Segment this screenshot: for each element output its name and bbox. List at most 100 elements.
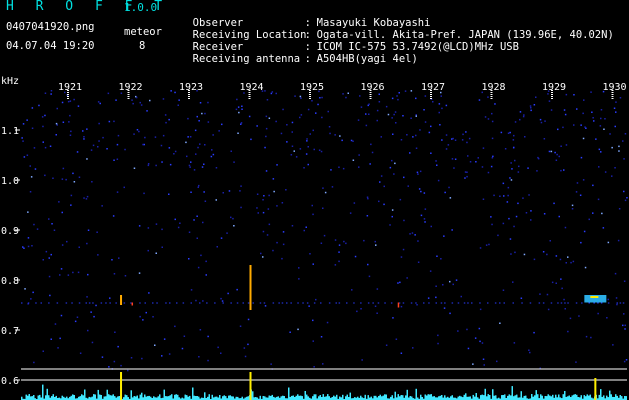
noise-dot	[139, 101, 141, 104]
noise-dot	[27, 237, 30, 239]
noise-dot	[391, 159, 393, 162]
noise-dot	[77, 271, 80, 274]
noise-dot	[334, 134, 336, 136]
noise-dot	[113, 360, 116, 363]
carrier-dot	[320, 302, 322, 304]
noise-dot	[410, 117, 412, 119]
noise-dot	[625, 359, 628, 361]
noise-dot	[226, 232, 228, 234]
noise-dot	[198, 356, 200, 358]
level-bar	[39, 394, 41, 400]
noise-dot	[563, 169, 565, 171]
noise-dot	[271, 91, 274, 93]
level-bar	[562, 394, 564, 400]
x-tick-label: 1930	[603, 82, 627, 93]
noise-dot	[564, 113, 567, 116]
x-tick-mark	[188, 92, 190, 93]
noise-dot	[491, 112, 493, 115]
noise-dot	[91, 181, 93, 183]
noise-dot	[116, 191, 119, 193]
x-tick-mark	[551, 96, 553, 97]
level-bar	[157, 396, 159, 400]
x-tick-label: 1924	[240, 82, 264, 93]
level-bar	[204, 392, 206, 400]
level-bar	[277, 396, 279, 400]
level-bar	[544, 396, 546, 400]
carrier-dot	[21, 302, 23, 304]
level-bar	[37, 395, 39, 400]
y-tick-label: 0.9	[1, 226, 19, 237]
noise-dot	[280, 132, 283, 135]
noise-dot	[230, 150, 232, 152]
level-bar	[195, 396, 197, 400]
noise-dot	[415, 147, 418, 149]
level-bar	[576, 394, 578, 400]
level-bar	[189, 395, 191, 400]
noise-dot	[617, 239, 620, 242]
level-bar	[322, 394, 324, 400]
noise-dot	[248, 115, 251, 118]
noise-dot	[62, 167, 65, 170]
level-bar	[625, 396, 627, 400]
level-bar	[94, 394, 96, 400]
noise-dot	[543, 138, 546, 140]
noise-dot	[315, 298, 317, 301]
noise-dot	[393, 173, 395, 175]
carrier-dot	[286, 302, 288, 304]
noise-dot	[393, 113, 395, 116]
level-bar	[460, 396, 462, 400]
noise-dot	[133, 133, 135, 135]
noise-dot	[367, 197, 369, 200]
level-bar	[342, 394, 344, 400]
noise-dot	[451, 138, 453, 140]
level-bar	[118, 396, 120, 400]
level-bar	[112, 394, 114, 400]
noise-dot	[187, 117, 189, 120]
noise-dot	[272, 178, 275, 180]
level-bar	[159, 394, 161, 400]
level-bar	[555, 394, 557, 400]
noise-dot	[56, 107, 58, 110]
noise-dot	[130, 357, 133, 359]
noise-dot	[30, 298, 32, 300]
noise-dot	[194, 129, 197, 132]
x-tick-mark	[490, 96, 493, 97]
carrier-dot	[88, 302, 91, 304]
level-bar	[100, 395, 102, 400]
noise-dot	[281, 257, 283, 260]
level-bar	[510, 395, 512, 400]
x-tick-mark	[430, 90, 432, 91]
carrier-dot	[109, 302, 111, 304]
noise-dot	[297, 328, 299, 331]
noise-dot	[307, 163, 309, 166]
level-bar	[312, 396, 314, 400]
noise-dot	[196, 215, 198, 217]
carrier-dot	[92, 302, 94, 304]
noise-dot	[555, 159, 558, 161]
noise-dot	[559, 258, 562, 261]
noise-dot	[576, 182, 579, 184]
level-bar	[295, 395, 297, 400]
noise-dot	[592, 184, 594, 187]
x-tick-mark	[490, 92, 493, 93]
level-bar	[166, 396, 168, 400]
carrier-dot	[560, 302, 563, 304]
noise-dot	[155, 164, 157, 167]
noise-dot	[584, 126, 586, 128]
noise-dot	[514, 251, 516, 254]
noise-dot	[322, 207, 324, 209]
noise-dot	[582, 179, 585, 181]
noise-dot	[183, 335, 186, 337]
noise-dot	[570, 261, 572, 264]
level-bar	[432, 396, 434, 400]
noise-dot	[400, 256, 403, 258]
level-bar	[375, 395, 377, 400]
noise-dot	[108, 120, 111, 123]
noise-dot	[264, 305, 267, 307]
noise-dot	[117, 345, 119, 348]
noise-dot	[199, 329, 202, 331]
noise-dot	[512, 281, 514, 283]
noise-dot	[195, 299, 197, 302]
noise-dot	[240, 122, 243, 124]
noise-dot	[376, 288, 379, 290]
